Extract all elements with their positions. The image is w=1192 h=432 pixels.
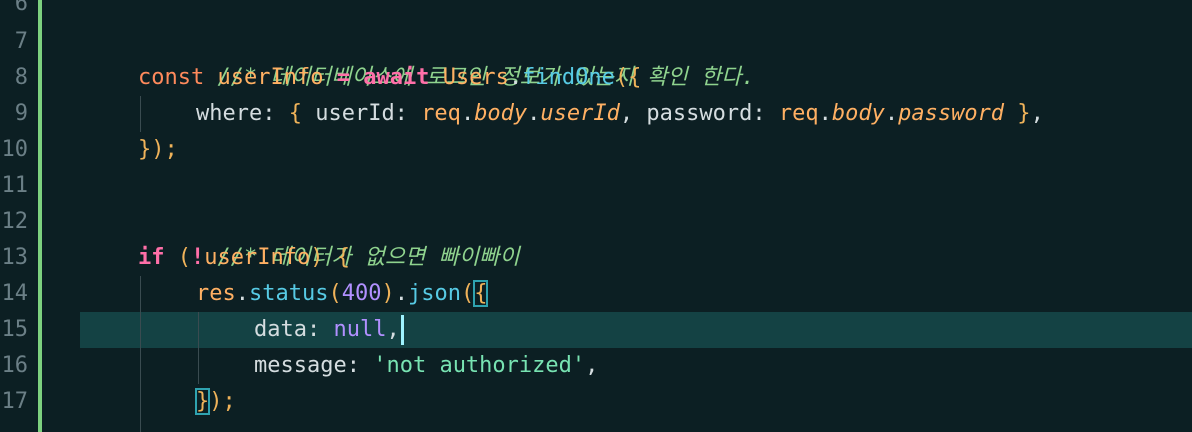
function-name: status <box>249 281 329 306</box>
line-number-gutter: 6 7 8 9 10 11 12 13 14 15 16 17 <box>0 0 42 432</box>
matched-bracket: } <box>194 388 211 415</box>
operator: = <box>323 65 364 90</box>
line-number: 7 <box>14 29 28 54</box>
identifier: req <box>778 101 819 126</box>
punctuation: , password: <box>619 101 779 126</box>
property: body <box>474 101 528 126</box>
variable: userInfo <box>217 65 324 90</box>
line-number: 16 <box>1 353 29 378</box>
punctuation: . <box>508 65 523 90</box>
code-line-14: res.status(400).json({ <box>196 276 489 312</box>
keyword-if: if <box>138 245 165 270</box>
line-number: 17 <box>1 389 29 414</box>
line-number: 15 <box>1 317 29 342</box>
code-line-8: const userInfo = await Users.findOne({ <box>138 60 641 96</box>
punctuation: . <box>884 101 899 126</box>
keyword-const: const <box>138 65 205 90</box>
number-literal: 400 <box>341 281 382 306</box>
string-literal: 'not authorized' <box>373 353 586 378</box>
line-number: 12 <box>1 209 29 234</box>
null-literal: null <box>333 317 387 342</box>
punctuation: . <box>818 101 832 126</box>
code-line-17: }); <box>194 384 236 420</box>
operator: ! <box>191 245 205 270</box>
line-number: 9 <box>14 101 28 126</box>
current-line-highlight <box>80 312 1192 348</box>
bracket: ) <box>381 281 395 306</box>
punctuation: . <box>527 101 541 126</box>
keyword-await: await <box>363 65 430 90</box>
code-line-16: message: 'not authorized', <box>254 348 598 384</box>
text-cursor <box>400 315 404 345</box>
bracket: { <box>336 245 350 270</box>
code-editor[interactable]: 6 7 8 9 10 11 12 13 14 15 16 17 //* 데이터베… <box>0 0 1192 432</box>
punctuation: . <box>235 281 249 306</box>
function-name: findOne <box>522 65 615 90</box>
line-number: 6 <box>14 0 28 16</box>
punctuation: . <box>394 281 408 306</box>
punctuation: . <box>460 101 475 126</box>
bracket: ( <box>460 281 475 306</box>
line-number: 8 <box>14 65 28 90</box>
variable: userInfo <box>204 245 311 270</box>
bracket: } <box>1004 101 1031 126</box>
line-number: 14 <box>1 281 29 306</box>
property-key: message: <box>254 353 374 378</box>
identifier: res <box>196 281 236 306</box>
bracket: { <box>288 101 302 126</box>
code-line-10: }); <box>138 132 178 168</box>
property-key: data: <box>254 317 334 342</box>
indent-guide <box>198 312 199 384</box>
property-key: where: <box>196 101 289 126</box>
matched-bracket: { <box>473 280 489 307</box>
class-name: Users <box>442 65 509 90</box>
punctuation: , <box>585 353 599 378</box>
bracket: ( <box>328 281 342 306</box>
code-line-12: //* 데이터가 없으면 빠이빠이 <box>138 204 519 270</box>
bracket: ); <box>209 389 236 414</box>
code-line-13: if (!userInfo) { <box>138 240 350 276</box>
property-key: userId: <box>301 101 422 126</box>
punctuation: , <box>1030 101 1044 126</box>
line-number: 13 <box>1 245 29 270</box>
bracket: ( <box>164 245 191 270</box>
code-line-15: data: null, <box>254 312 404 348</box>
punctuation: , <box>386 317 400 342</box>
code-line-7: //* 데이터베이스에 로그인 정보가 있는지 확인 한다. <box>138 24 754 90</box>
code-line-9: where: { userId: req.body.userId, passwo… <box>196 96 1044 132</box>
property: password <box>898 101 1005 126</box>
bracket: ({ <box>614 65 642 90</box>
identifier: req <box>421 101 461 126</box>
bracket: ) <box>310 245 337 270</box>
line-number: 10 <box>1 137 29 162</box>
function-name: json <box>407 281 461 306</box>
property: body <box>831 101 885 126</box>
line-number: 11 <box>1 173 29 198</box>
bracket: }); <box>138 137 178 162</box>
git-modified-indicator <box>38 0 42 432</box>
property: userId <box>540 101 620 126</box>
